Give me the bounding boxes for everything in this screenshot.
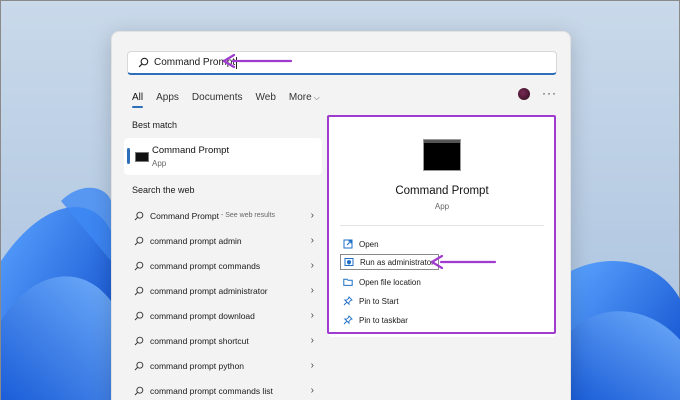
run-as-admin-label: Run as administrator [360,257,434,267]
tab-all[interactable]: All [132,92,144,108]
tab-web[interactable]: Web [256,92,276,103]
pin-to-taskbar-action[interactable]: Pin to taskbar [343,312,408,328]
more-options-icon[interactable]: ··· [542,86,557,100]
divider [340,225,544,226]
search-icon [138,57,149,68]
run-as-admin-action[interactable]: Run as administrator [340,254,439,270]
tab-documents[interactable]: Documents [192,92,243,103]
pin-icon [343,296,353,306]
pin-icon [343,315,353,325]
chevron-right-icon: › [310,310,314,321]
app-name: Command Prompt [395,185,489,197]
web-result-text: command prompt download [150,310,255,321]
start-search-panel: Command Prompt All Apps Documents Web Mo… [111,31,571,400]
chevron-right-icon: › [310,360,314,371]
web-result[interactable]: command prompt commands › [124,253,326,278]
best-match-name: Command Prompt [152,145,230,156]
shield-icon [344,258,354,266]
tab-more-label: More [288,91,312,103]
open-file-location-action[interactable]: Open file location [343,274,421,290]
web-result-text: command prompt commands list [150,385,273,396]
app-details-pane: Command Prompt App Open Run as administr… [328,117,556,337]
best-match-heading: Best match [132,120,178,130]
search-box[interactable]: Command Prompt [127,51,557,75]
open-icon [343,239,353,249]
web-result-text: command prompt shortcut [150,335,249,346]
chevron-right-icon: › [310,335,314,346]
web-result-suffix: - See web results [220,212,276,219]
avatar[interactable] [518,88,530,100]
chevron-right-icon: › [310,260,314,271]
open-file-location-label: Open file location [359,277,421,287]
pin-to-taskbar-label: Pin to taskbar [359,315,408,325]
tab-apps[interactable]: Apps [156,92,179,103]
web-result[interactable]: command prompt administrator › [124,278,326,303]
web-result[interactable]: command prompt python › [124,353,326,378]
command-prompt-icon [135,152,149,162]
web-result-text: command prompt commands [150,260,261,271]
command-prompt-icon [423,139,461,171]
web-result[interactable]: command prompt commands list › [124,378,326,400]
text-caret [236,56,238,69]
pin-to-start-action[interactable]: Pin to Start [343,293,399,309]
filter-tabs: All Apps Documents Web More ⌵ [132,89,333,108]
best-match-item[interactable]: Command Prompt App [124,138,322,175]
search-icon [134,211,144,220]
search-icon [134,386,144,395]
folder-icon [343,278,353,286]
web-result[interactable]: Command Prompt - See web results › [124,203,326,228]
search-icon [134,311,144,320]
web-result[interactable]: command prompt download › [124,303,326,328]
web-result[interactable]: command prompt admin › [124,228,326,253]
best-match-type: App [152,159,167,168]
chevron-right-icon: › [310,385,314,396]
web-result-text: command prompt python [150,360,245,371]
chevron-down-icon: ⌵ [313,92,320,102]
open-action[interactable]: Open [343,236,379,252]
web-result-text: Command Prompt [150,210,219,221]
pin-to-start-label: Pin to Start [359,296,399,306]
chevron-right-icon: › [310,210,314,221]
tab-more[interactable]: More ⌵ [289,92,320,103]
search-icon [134,261,144,270]
search-input[interactable]: Command Prompt [154,57,235,68]
web-heading: Search the web [132,185,195,195]
web-result[interactable]: command prompt shortcut › [124,328,326,353]
search-icon [134,336,144,345]
search-icon [134,361,144,370]
search-icon [134,286,144,295]
chevron-right-icon: › [310,285,314,296]
chevron-right-icon: › [310,235,314,246]
web-result-text: command prompt admin [150,235,242,246]
results-list: Best match Command Prompt App Search the… [124,120,326,400]
web-result-text: command prompt administrator [150,285,268,296]
app-type: App [434,202,450,211]
open-label: Open [359,239,379,249]
selection-indicator [127,148,130,164]
search-icon [134,236,144,245]
